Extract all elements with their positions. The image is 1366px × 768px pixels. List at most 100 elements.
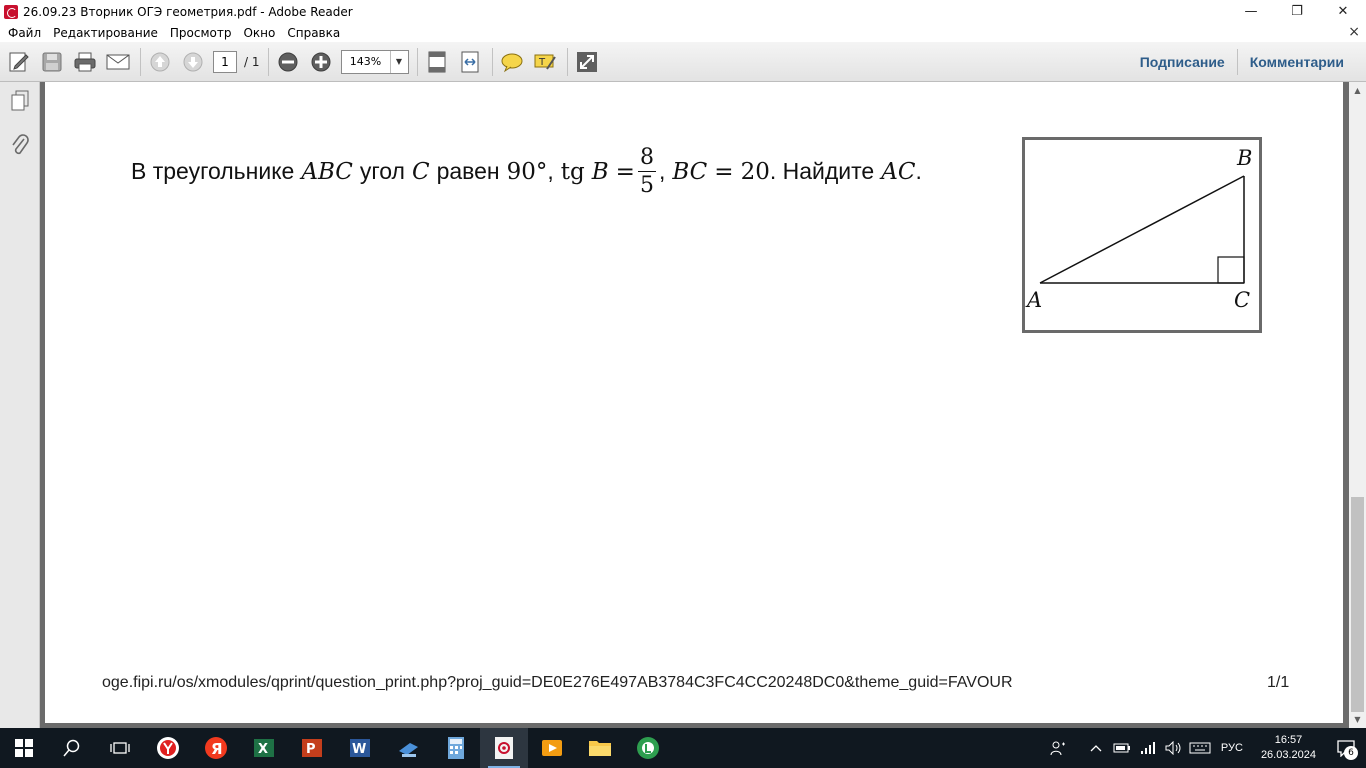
clock[interactable]: 16:57 26.03.2024 [1261, 733, 1316, 763]
footer-url: oge.fipi.ru/os/xmodules/qprint/question_… [102, 674, 1013, 691]
adobe-reader-icon [4, 4, 18, 19]
yandex-browser-icon [157, 737, 179, 759]
sign-tab[interactable]: Подписание [1128, 54, 1237, 70]
task-view-button[interactable] [96, 728, 144, 768]
adobe-reader-taskbar[interactable] [480, 728, 528, 768]
page-number-input[interactable]: 1 [213, 50, 237, 73]
app-taskbar[interactable] [384, 728, 432, 768]
svg-text:X: X [258, 742, 268, 757]
menu-edit[interactable]: Редактирование [47, 26, 164, 40]
math-equals: = [714, 158, 734, 185]
window-controls: — ❐ ✕ [1228, 0, 1366, 23]
document-close-button[interactable]: × [1348, 24, 1360, 40]
expand-icon [576, 51, 597, 72]
problem-text: . [915, 158, 922, 184]
menu-window[interactable]: Окно [237, 26, 281, 40]
scroll-up-icon[interactable]: ▲ [1349, 82, 1366, 99]
highlight-text-button[interactable]: T [531, 48, 559, 76]
menu-file[interactable]: Файл [2, 26, 47, 40]
calculator-icon [448, 737, 464, 759]
yandex-browser-taskbar[interactable] [144, 728, 192, 768]
envelope-icon [106, 54, 130, 69]
right-angle-mark [1217, 256, 1245, 284]
minimize-button[interactable]: — [1228, 0, 1274, 23]
menu-help[interactable]: Справка [281, 26, 346, 40]
attachments-panel-button[interactable] [9, 134, 31, 156]
scroll-down-icon[interactable]: ▼ [1349, 711, 1366, 728]
speech-bubble-icon [501, 53, 522, 72]
fit-width-button[interactable] [456, 48, 484, 76]
people-icon[interactable] [1047, 728, 1069, 768]
printer-icon [74, 52, 96, 71]
math-c: C [411, 158, 430, 185]
calculator-taskbar[interactable] [432, 728, 480, 768]
search-button[interactable] [48, 728, 96, 768]
window-title: 26.09.23 Вторник ОГЭ геометрия.pdf - Ado… [23, 4, 353, 19]
navigation-panel [0, 82, 40, 728]
vertex-label-c: C [1234, 288, 1251, 312]
powerpoint-taskbar[interactable]: P [288, 728, 336, 768]
vertex-label-b: B [1237, 146, 1253, 170]
chevron-up-icon[interactable] [1085, 728, 1107, 768]
email-button[interactable] [104, 48, 132, 76]
media-player-taskbar[interactable] [528, 728, 576, 768]
notification-count-badge: 6 [1344, 746, 1358, 760]
menu-bar: Файл Редактирование Просмотр Окно Справк… [0, 23, 1366, 42]
yandex-taskbar[interactable]: Я [192, 728, 240, 768]
yandex-icon: Я [205, 737, 227, 759]
zoom-out-button[interactable] [274, 48, 302, 76]
next-page-button[interactable] [179, 48, 207, 76]
fullscreen-button[interactable] [573, 48, 601, 76]
paperclip-icon [12, 134, 29, 155]
zoom-select[interactable]: 143% ▼ [340, 49, 409, 74]
fraction-denominator: 5 [639, 173, 654, 198]
restore-button[interactable]: ❐ [1274, 0, 1320, 23]
word-taskbar[interactable]: W [336, 728, 384, 768]
close-button[interactable]: ✕ [1320, 0, 1366, 23]
plus-circle-icon [311, 52, 330, 71]
chrome-like-taskbar[interactable] [624, 728, 672, 768]
create-pdf-button[interactable] [5, 48, 33, 76]
adobe-reader-icon [495, 737, 513, 759]
input-language[interactable]: РУС [1221, 742, 1243, 754]
start-button[interactable] [0, 728, 48, 768]
fit-page-button[interactable] [423, 48, 451, 76]
footer-page-number: 1/1 [1267, 674, 1290, 691]
windows-logo-icon [15, 739, 33, 757]
toolbar-right-panel: Подписание Комментарии [1128, 42, 1356, 82]
computer-icon [399, 743, 418, 757]
fraction-numerator: 8 [639, 145, 654, 170]
print-button[interactable] [71, 48, 99, 76]
file-explorer-taskbar[interactable] [576, 728, 624, 768]
keyboard-icon[interactable] [1189, 728, 1211, 768]
network-icon[interactable] [1137, 728, 1159, 768]
highlighter-icon: T [534, 54, 556, 70]
battery-icon[interactable] [1111, 728, 1133, 768]
save-button[interactable] [38, 48, 66, 76]
scrollbar-thumb[interactable] [1351, 497, 1364, 712]
chevron-up-glyph [1090, 745, 1102, 752]
minus-circle-icon [278, 52, 297, 71]
previous-page-button[interactable] [146, 48, 174, 76]
comments-tab[interactable]: Комментарии [1238, 54, 1356, 70]
toolbar-separator [491, 47, 493, 76]
chevron-down-icon[interactable]: ▼ [389, 50, 408, 73]
math-twenty: 20 [740, 158, 770, 185]
speaker-glyph [1165, 741, 1181, 755]
math-equals: = [615, 158, 635, 185]
zoom-in-button[interactable] [307, 48, 335, 76]
add-comment-button[interactable] [498, 48, 526, 76]
problem-text: угол [359, 158, 405, 184]
triangle-drawing [1039, 175, 1245, 284]
clock-time: 16:57 [1274, 734, 1303, 746]
volume-icon[interactable] [1163, 728, 1185, 768]
menu-view[interactable]: Просмотр [164, 26, 238, 40]
notifications-button[interactable]: 6 [1326, 728, 1366, 768]
floppy-disk-icon [42, 52, 62, 71]
vertical-scrollbar[interactable]: ▲ ▼ [1349, 82, 1366, 728]
excel-taskbar[interactable]: X [240, 728, 288, 768]
svg-text:Я: Я [211, 740, 223, 758]
pages-panel-button[interactable] [9, 90, 31, 112]
zoom-value: 143% [349, 55, 382, 68]
problem-text: . Найдите [769, 158, 875, 184]
